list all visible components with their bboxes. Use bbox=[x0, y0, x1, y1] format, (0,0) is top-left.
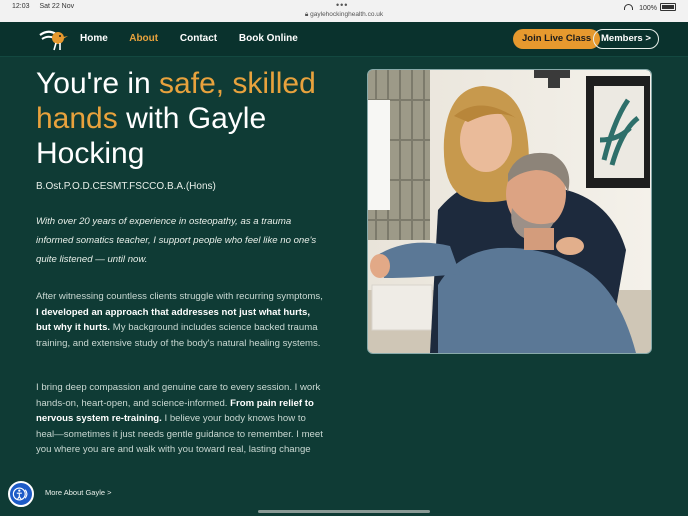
body-paragraph-1: After witnessing countless clients strug… bbox=[36, 291, 323, 349]
nav-contact[interactable]: Contact bbox=[180, 33, 217, 44]
nav-home[interactable]: Home bbox=[80, 33, 108, 44]
home-indicator[interactable] bbox=[258, 510, 430, 513]
page-title: You're in safe, skilled hands with Gayle … bbox=[36, 67, 316, 170]
nav-book-online[interactable]: Book Online bbox=[239, 33, 298, 44]
battery-icon bbox=[660, 3, 676, 11]
more-about-link[interactable]: More About Gayle > bbox=[45, 488, 112, 497]
nav-about[interactable]: About bbox=[129, 33, 158, 44]
join-live-class-button[interactable]: Join Live Class bbox=[513, 29, 601, 49]
intro-text: With over 20 years of experience in oste… bbox=[36, 216, 317, 265]
address-bar[interactable]: 🔒︎ gaylehockinghealth.co.uk bbox=[0, 11, 688, 19]
bird-logo-icon[interactable] bbox=[36, 25, 70, 53]
wifi-icon bbox=[624, 4, 634, 10]
status-date: Sat 22 Nov bbox=[39, 3, 75, 10]
battery-percent: 100% bbox=[639, 5, 657, 12]
members-button[interactable]: Members > bbox=[593, 29, 659, 49]
credentials: B.Ost.P.O.D.CESMT.FSCCO.B.A.(Hons) bbox=[36, 181, 216, 192]
body-paragraph-2: I bring deep compassion and genuine care… bbox=[36, 382, 323, 455]
hero-photo bbox=[367, 69, 652, 354]
nav-links: Home About Contact Book Online bbox=[80, 33, 317, 44]
accessibility-icon[interactable] bbox=[8, 481, 34, 507]
address-url: gaylehockinghealth.co.uk bbox=[310, 11, 384, 18]
lock-icon: 🔒︎ bbox=[304, 11, 309, 18]
status-bar: 12:03 Sat 22 Nov ••• 🔒︎ gaylehockingheal… bbox=[0, 0, 688, 22]
site-nav: Home About Contact Book Online Join Live… bbox=[0, 22, 688, 57]
multitasking-dots-icon[interactable]: ••• bbox=[336, 0, 348, 10]
status-time: 12:03 bbox=[12, 3, 30, 10]
